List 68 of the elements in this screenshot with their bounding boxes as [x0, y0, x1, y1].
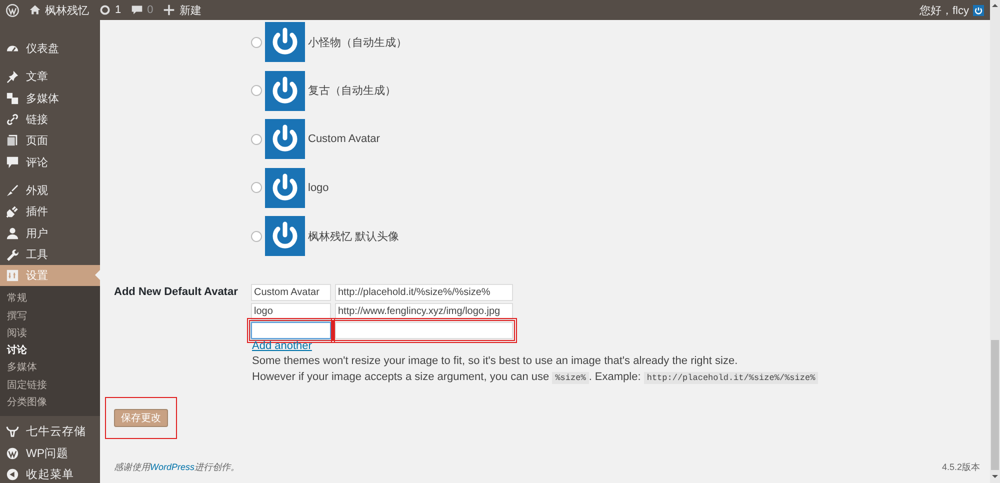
radio-button[interactable] — [251, 36, 262, 48]
avatar-option-label: 小怪物（自动生成） — [308, 36, 407, 50]
user-icon — [6, 226, 19, 240]
submenu-item[interactable]: 阅读 — [0, 324, 100, 342]
site-name-link[interactable]: 枫林残忆 — [45, 2, 89, 18]
avatar-icon — [265, 70, 305, 110]
add-another-link[interactable]: Add another — [252, 340, 312, 352]
menu-item[interactable]: 评论 — [0, 151, 100, 173]
radio-button[interactable] — [251, 182, 262, 193]
radio-button[interactable] — [251, 134, 262, 144]
menu-item[interactable]: 七牛云存储 — [0, 421, 100, 443]
radio-button[interactable] — [251, 85, 262, 96]
updates-count[interactable]: 1 — [115, 4, 122, 16]
submenu-item[interactable]: 讨论 — [0, 342, 100, 360]
pushpin-icon — [6, 70, 19, 84]
home-icon — [29, 4, 41, 16]
submenu-item[interactable]: 撰写 — [0, 308, 100, 325]
submenu-item[interactable]: 分类图像 — [0, 394, 100, 412]
menu-item[interactable]: 仪表盘 — [0, 38, 100, 60]
avatar-option-label: logo — [308, 182, 329, 194]
settings-icon — [6, 269, 19, 282]
menu-item[interactable]: 工具 — [0, 244, 100, 265]
menu-item[interactable]: 文章 — [0, 66, 100, 88]
avatar-icon — [265, 119, 305, 159]
wrench-icon — [6, 248, 19, 261]
media-icon — [6, 92, 19, 105]
menu-item[interactable]: WP问题 — [0, 442, 100, 464]
user-avatar-icon — [973, 4, 984, 16]
avatar-name-field[interactable]: Custom Avatar — [251, 284, 331, 301]
menu-item[interactable]: 页面 — [0, 130, 100, 152]
avatar-option-label: 复古（自动生成） — [308, 84, 396, 98]
new-link[interactable]: 新建 — [179, 2, 202, 18]
link-icon — [6, 113, 19, 126]
plug-icon — [6, 205, 19, 218]
menu-item[interactable]: 插件 — [0, 201, 100, 222]
menu-item[interactable]: 外观 — [0, 180, 100, 202]
submenu-item[interactable]: 多媒体 — [0, 359, 100, 377]
footer-text: 感谢使用WordPress进行创作。 — [114, 461, 240, 474]
help-text: Some themes won't resize your image to fit, so it's best to use an image that's already the right size. — [252, 354, 739, 368]
field-label: Add New Default Avatar — [114, 285, 239, 300]
help-text: However if your image accepts a size argument, you can use %size% . Example: http://placehold.it/%size%/%size% — [252, 370, 818, 384]
pages-icon — [6, 134, 19, 148]
comment-icon — [6, 156, 19, 169]
plus-icon — [163, 4, 176, 16]
refresh-icon — [99, 4, 111, 16]
wordpress-link[interactable]: WordPress — [150, 462, 195, 472]
wordpress-logo-icon — [6, 446, 19, 460]
submenu-item[interactable]: 常规 — [0, 290, 100, 308]
menu-item[interactable]: 收起菜单 — [0, 464, 100, 483]
brush-icon — [6, 184, 19, 197]
bull-head-icon — [6, 425, 19, 438]
avatar-icon — [265, 216, 305, 256]
avatar-icon — [265, 22, 305, 62]
wordpress-logo-icon — [6, 4, 19, 16]
avatar-option-label: 枫林残忆 默认头像 — [308, 230, 400, 244]
submenu-item[interactable]: 固定链接 — [0, 376, 100, 394]
menu-item[interactable]: 多媒体 — [0, 88, 100, 109]
avatar-url-field[interactable]: http://placehold.it/%size%/%size% — [335, 284, 513, 301]
version-text: 4.5.2版本 — [942, 461, 980, 474]
comment-icon — [131, 4, 144, 16]
avatar-name-field[interactable]: logo — [251, 303, 331, 320]
menu-item[interactable]: 用户 — [0, 222, 100, 244]
avatar-option-label: Custom Avatar — [308, 133, 380, 145]
radio-button[interactable] — [251, 230, 262, 242]
avatar-icon — [265, 168, 305, 208]
greeting-link[interactable]: 您好，flcy — [920, 2, 969, 18]
avatar-url-field[interactable]: http://www.fenglincy.xyz/img/logo.jpg — [335, 303, 513, 320]
menu-item[interactable]: 链接 — [0, 108, 100, 130]
